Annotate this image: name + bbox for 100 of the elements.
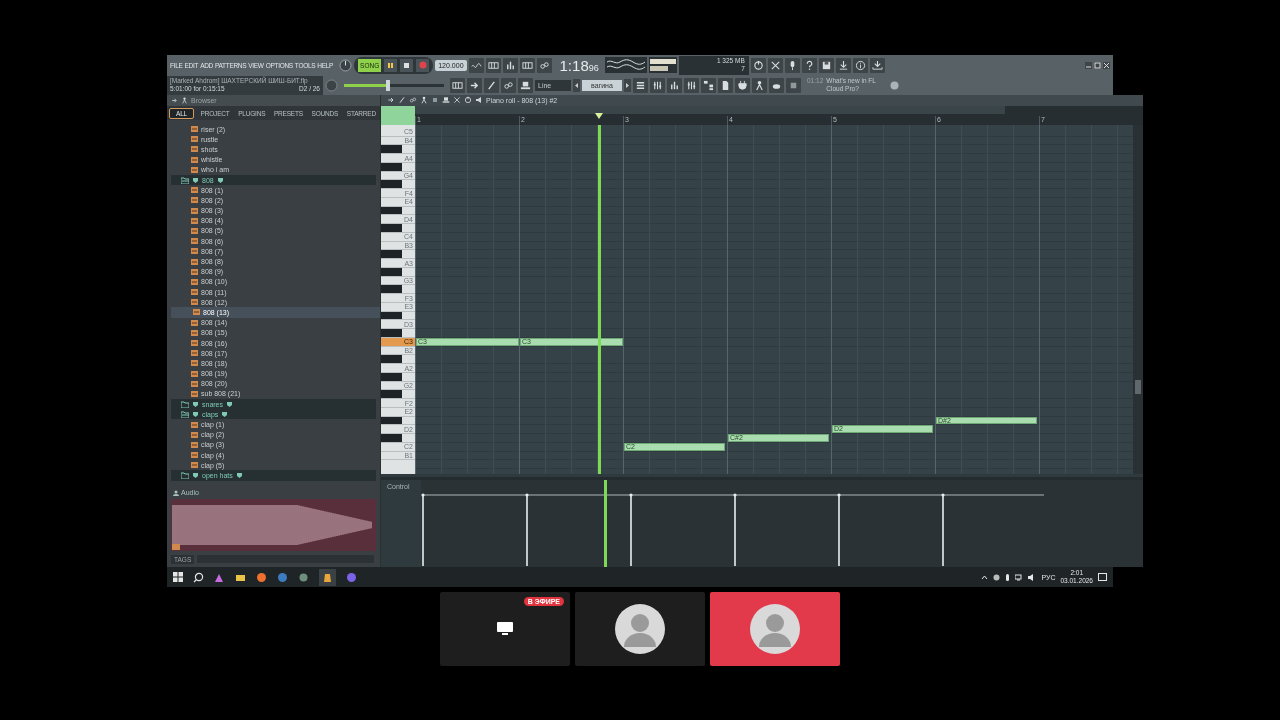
- toolbar-button[interactable]: [468, 57, 484, 73]
- piano-key[interactable]: [381, 390, 415, 400]
- channel-rack-icon: [635, 79, 646, 91]
- piano-key[interactable]: [381, 329, 415, 338]
- toolbar-button[interactable]: [750, 57, 766, 73]
- audio-file-icon: [191, 462, 198, 469]
- piano-key[interactable]: [381, 145, 415, 155]
- windows-logo-icon[interactable]: [173, 572, 183, 582]
- person-icon: [754, 79, 765, 91]
- download-icon: [871, 59, 883, 71]
- toolbar-button[interactable]: [667, 77, 682, 93]
- piano-key[interactable]: [381, 285, 415, 295]
- slider-thumb[interactable]: [386, 79, 390, 91]
- toolbar-button[interactable]: [852, 57, 868, 73]
- toolbar-button[interactable]: [467, 77, 482, 93]
- stamp-icon: [520, 79, 531, 91]
- microphone-icon[interactable]: [1005, 573, 1011, 581]
- record-icon: [418, 61, 427, 69]
- playhead-marker-icon[interactable]: [595, 112, 603, 119]
- waveform-monitor-icon: [604, 57, 647, 73]
- keyboard-icon: [487, 59, 499, 71]
- audio-file-icon: [191, 238, 198, 245]
- piano-key[interactable]: [381, 311, 415, 321]
- toolbar-button[interactable]: [767, 57, 783, 73]
- audio-file-icon: [191, 340, 198, 347]
- knob-icon[interactable]: [339, 58, 353, 72]
- arrow-left-icon[interactable]: [573, 78, 580, 92]
- video-tile[interactable]: [575, 592, 705, 666]
- open-folder-icon: [181, 176, 189, 184]
- speaker-icon: [475, 96, 483, 105]
- toolbar-button[interactable]: [801, 57, 817, 73]
- piano-key[interactable]: [381, 355, 415, 365]
- piano-key[interactable]: [381, 180, 415, 190]
- piano-key[interactable]: [381, 267, 415, 277]
- scissors-icon: [453, 96, 461, 105]
- video-tile[interactable]: [710, 592, 840, 666]
- scrollbar-thumb[interactable]: [1135, 379, 1141, 394]
- toolbar-button[interactable]: [485, 57, 501, 73]
- plug-icon: [737, 79, 748, 91]
- audio-file-icon: [191, 156, 198, 163]
- close-icon[interactable]: [1103, 61, 1110, 69]
- toolbar-button[interactable]: [501, 77, 516, 93]
- chevron-up-icon[interactable]: [981, 574, 989, 580]
- toolbar-button[interactable]: [484, 77, 499, 93]
- pause-icon: [387, 61, 395, 69]
- maximize-icon[interactable]: [1094, 61, 1101, 69]
- notification-icon[interactable]: [1098, 572, 1107, 582]
- time-centiseconds: 96: [588, 62, 599, 73]
- stop-icon: [403, 61, 411, 69]
- person-icon: [181, 97, 188, 104]
- app-icon[interactable]: [298, 571, 309, 583]
- toolbar-button[interactable]: [735, 77, 750, 93]
- brush-icon: [398, 96, 406, 105]
- scissors-icon: [769, 59, 781, 71]
- toolbar-button[interactable]: [718, 77, 733, 93]
- toolbar-button[interactable]: [786, 77, 801, 93]
- piano-key[interactable]: [381, 250, 415, 260]
- export-icon: [837, 59, 849, 71]
- play-button[interactable]: [384, 58, 398, 72]
- audio-file-icon: [191, 441, 198, 448]
- arrow-right-icon[interactable]: [624, 78, 631, 92]
- tag-icon: [192, 471, 199, 479]
- audio-file-icon: [191, 146, 198, 153]
- toolbar-button[interactable]: [633, 77, 648, 93]
- keyboard-icon: [521, 59, 533, 71]
- audio-file-icon: [191, 380, 198, 387]
- power-icon: [752, 59, 764, 71]
- search-icon[interactable]: [193, 571, 204, 583]
- audio-file-icon: [191, 248, 198, 255]
- brush-icon: [486, 79, 497, 91]
- toolbar-button[interactable]: [752, 77, 767, 93]
- piano-key[interactable]: [381, 372, 415, 382]
- toolbar-button[interactable]: [835, 57, 851, 73]
- toolbar-button[interactable]: [784, 57, 800, 73]
- toolbar-button[interactable]: [650, 77, 665, 93]
- audio-file-icon: [191, 136, 198, 143]
- audio-file-icon: [191, 217, 198, 224]
- piano-key[interactable]: [381, 416, 415, 426]
- app-icon[interactable]: [346, 571, 357, 583]
- toolbar-button[interactable]: [502, 57, 518, 73]
- piano-key[interactable]: [381, 162, 415, 172]
- toolbar-button[interactable]: [684, 77, 699, 93]
- toolbar-button[interactable]: [519, 57, 535, 73]
- piano-key[interactable]: [381, 434, 415, 443]
- link-icon: [503, 79, 514, 91]
- minimize-icon[interactable]: [1085, 61, 1092, 69]
- toolbar-button[interactable]: [701, 77, 716, 93]
- toolbar-button[interactable]: [869, 57, 885, 73]
- stop-button[interactable]: [400, 58, 414, 72]
- toolbar-button[interactable]: [536, 57, 552, 73]
- piano-key[interactable]: [381, 224, 415, 233]
- toolbar-button[interactable]: [450, 77, 465, 93]
- piano-key[interactable]: [381, 206, 415, 216]
- time-display: 1:18: [559, 57, 589, 73]
- audio-file-icon: [191, 278, 198, 285]
- toolbar-button[interactable]: [818, 57, 834, 73]
- audio-file-icon: [191, 319, 198, 326]
- toolbar-button[interactable]: [518, 77, 533, 93]
- audio-file-icon: [191, 431, 198, 438]
- folder-icon: [181, 400, 189, 408]
